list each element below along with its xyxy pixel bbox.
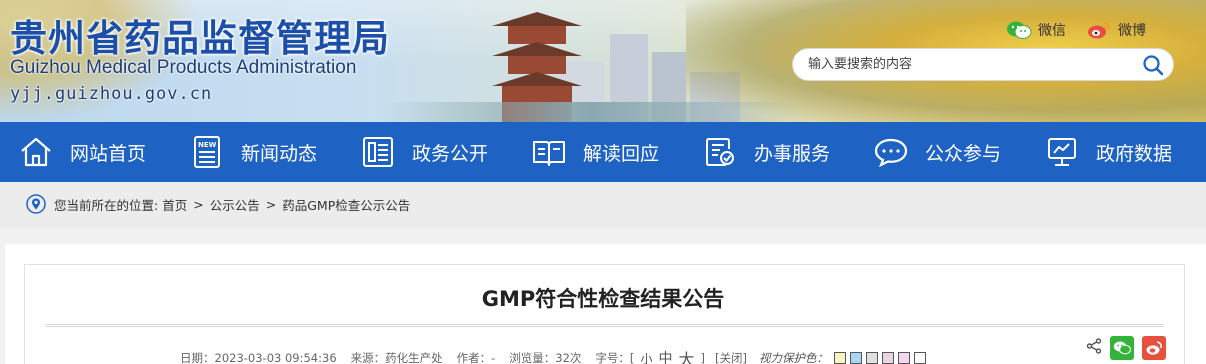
nav-item-news[interactable]: NEW 新闻动态 — [171, 122, 342, 182]
font-size-control: 字号：[ 小 中 大 ] — [595, 346, 705, 364]
meta-date: 日期：2023-03-03 09:54:36 — [180, 351, 337, 364]
breadcrumb-separator: > — [193, 196, 204, 212]
meta-views: 浏览量：32次 — [509, 351, 582, 364]
weibo-icon — [1086, 20, 1112, 40]
news-icon: NEW — [189, 134, 225, 170]
nav-item-participation[interactable]: 公众参与 — [855, 122, 1026, 182]
home-icon — [18, 134, 54, 170]
meta-source: 来源：药化生产处 — [350, 351, 443, 364]
chat-icon — [873, 134, 909, 170]
book-icon — [531, 134, 567, 170]
eye-color-swatch[interactable] — [881, 352, 894, 364]
share-wechat-button[interactable] — [1110, 336, 1134, 360]
eye-protection-label: 视力保护色： — [758, 351, 828, 364]
site-subtitle: Guizhou Medical Products Administration — [10, 57, 357, 78]
site-domain: yjj.guizhou.gov.cn — [10, 84, 213, 104]
breadcrumb-separator: > — [265, 196, 277, 212]
nav-label: 公众参与 — [925, 142, 1002, 165]
nav-item-gov-affairs[interactable]: 政务公开 — [342, 122, 513, 182]
nav-item-home[interactable]: 网站首页 — [0, 122, 171, 182]
wechat-icon — [1113, 341, 1131, 355]
nav-label: 解读回应 — [583, 142, 660, 165]
meta-author: 作者：- — [456, 351, 496, 364]
share-bar — [1086, 336, 1166, 360]
share-weibo-button[interactable] — [1142, 336, 1166, 360]
breadcrumb-home[interactable]: 首页 — [162, 195, 187, 214]
svg-text:NEW: NEW — [198, 141, 217, 149]
weibo-icon — [1146, 341, 1162, 355]
eye-color-swatch[interactable] — [849, 352, 862, 364]
location-pin-icon — [26, 194, 46, 214]
nav-label: 办事服务 — [754, 142, 831, 165]
header-banner: 贵州省药品监督管理局 Guizhou Medical Products Admi… — [0, 0, 1206, 122]
eye-color-swatch[interactable] — [897, 352, 910, 364]
site-title: 贵州省药品监督管理局 — [10, 17, 390, 60]
wechat-label: 微信 — [1038, 23, 1066, 39]
breadcrumb-gmp-announcements[interactable]: 药品GMP检查公示公告 — [282, 195, 410, 214]
nav-item-services[interactable]: 办事服务 — [684, 122, 855, 182]
nav-item-interpretation[interactable]: 解读回应 — [513, 122, 684, 182]
eye-color-swatch[interactable] — [833, 352, 846, 364]
nav-label: 政务公开 — [412, 142, 489, 165]
article-title: GMP符合性检查结果公告 — [481, 287, 725, 311]
breadcrumb-prefix: 您当前所在的位置: — [54, 197, 159, 213]
close-link[interactable]: [关闭] — [715, 350, 747, 364]
wechat-link[interactable]: 微信 — [1006, 20, 1066, 40]
share-icon[interactable] — [1086, 337, 1102, 359]
document-icon — [360, 134, 396, 170]
article-meta: 日期：2023-03-03 09:54:36 来源：药化生产处 作者：- 浏览量… — [180, 346, 930, 364]
service-icon — [702, 134, 738, 170]
font-size-end: ] — [700, 351, 705, 364]
font-size-small[interactable]: 小 — [640, 350, 652, 364]
breadcrumb-bar: 您当前所在的位置: 首页 > 公示公告 > 药品GMP检查公示公告 — [0, 182, 1206, 228]
font-size-large[interactable]: 大 — [678, 346, 694, 364]
main-nav: 网站首页 NEW 新闻动态 政务公开 解读回应 办事服务 公众参与 政府数据 — [0, 122, 1206, 182]
nav-item-gov-data[interactable]: 政府数据 — [1026, 122, 1197, 182]
breadcrumb-announcements[interactable]: 公示公告 — [210, 195, 260, 214]
nav-label: 网站首页 — [70, 142, 147, 165]
font-size-medium[interactable]: 中 — [658, 348, 672, 364]
eye-color-swatch[interactable] — [913, 352, 926, 364]
breadcrumb: 您当前所在的位置: 首页 > 公示公告 > 药品GMP检查公示公告 — [26, 194, 410, 214]
data-icon — [1044, 134, 1080, 170]
wechat-icon — [1006, 20, 1032, 40]
search-icon — [1143, 54, 1164, 75]
title-divider — [46, 324, 1164, 327]
font-size-label: 字号：[ — [595, 351, 635, 364]
weibo-label: 微博 — [1118, 23, 1146, 39]
weibo-link[interactable]: 微博 — [1086, 20, 1146, 40]
eye-color-swatch[interactable] — [865, 352, 878, 364]
search-input[interactable] — [793, 49, 1133, 80]
nav-label: 政府数据 — [1096, 142, 1173, 165]
search-button[interactable] — [1133, 48, 1173, 81]
search-box — [792, 48, 1174, 81]
nav-label: 新闻动态 — [241, 142, 318, 165]
